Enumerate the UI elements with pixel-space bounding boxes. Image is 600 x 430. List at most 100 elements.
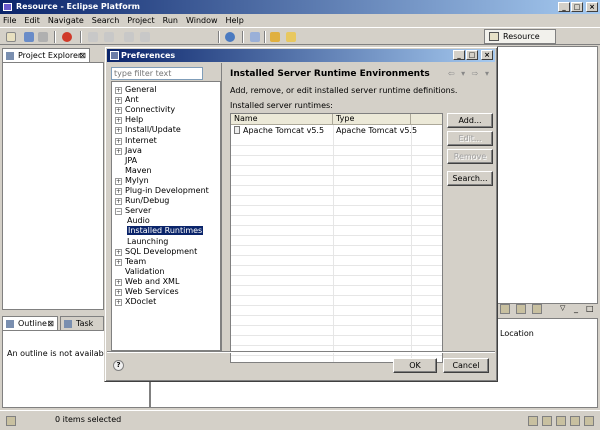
expand-icon[interactable]: + — [115, 147, 122, 155]
tree-item-server[interactable]: − Server — [115, 206, 151, 216]
tree-item-jpa[interactable]: JPA — [115, 156, 137, 166]
tree-item-label: Validation — [125, 266, 165, 276]
tab-tasks[interactable]: Task Lis — [60, 316, 104, 341]
expand-icon[interactable]: + — [115, 117, 122, 125]
add-button[interactable]: Add... — [447, 113, 493, 128]
column-header-name[interactable]: Name — [231, 114, 333, 125]
tab-outline[interactable]: Outline ⊠ — [2, 316, 58, 330]
tree-item-run-debug[interactable]: + Run/Debug — [115, 196, 169, 206]
search-button[interactable]: Search... — [447, 171, 493, 186]
expand-icon[interactable]: + — [115, 188, 122, 195]
expand-icon[interactable]: + — [115, 198, 122, 206]
dialog-maximize-button[interactable]: □ — [466, 50, 478, 60]
tree-item-connectivity[interactable]: + Connectivity — [115, 105, 175, 115]
help-icon[interactable]: ? — [113, 360, 124, 371]
column-header-filler — [411, 114, 442, 125]
expand-icon[interactable]: + — [115, 177, 122, 185]
tree-item-web-services[interactable]: + Web Services — [115, 287, 179, 297]
menu-bar: File Edit Navigate Search Project Run Wi… — [0, 14, 600, 27]
run-icon[interactable] — [62, 32, 72, 42]
project-explorer-pane — [2, 62, 104, 310]
maximize-view-icon[interactable]: □ — [586, 304, 594, 313]
tree-item-sql-development[interactable]: + SQL Development — [115, 247, 197, 257]
tree-item-xdoclet[interactable]: + XDoclet — [115, 297, 156, 307]
expand-icon[interactable]: + — [115, 278, 122, 286]
expand-icon[interactable]: + — [115, 127, 122, 135]
minimize-view-icon[interactable]: _ — [574, 304, 578, 313]
pin-icon[interactable] — [286, 32, 296, 42]
back-icon[interactable] — [124, 32, 134, 42]
new-icon[interactable] — [6, 32, 16, 42]
search-icon[interactable] — [250, 32, 260, 42]
expand-icon[interactable]: + — [115, 107, 122, 115]
menu-help[interactable]: Help — [226, 14, 244, 27]
status-icon-4[interactable] — [570, 416, 580, 426]
dialog-minimize-button[interactable]: _ — [453, 50, 465, 60]
globe-icon[interactable] — [225, 32, 235, 42]
expand-icon[interactable]: + — [115, 248, 122, 256]
tree-item-java[interactable]: + Java — [115, 146, 142, 156]
task-icon[interactable] — [500, 304, 510, 314]
collapse-icon[interactable]: − — [115, 208, 122, 216]
filter-icon[interactable] — [516, 304, 526, 314]
menu-navigate[interactable]: Navigate — [48, 14, 84, 27]
status-icon-1[interactable] — [528, 416, 538, 426]
menu-project[interactable]: Project — [127, 14, 154, 27]
expand-icon[interactable]: + — [115, 289, 122, 296]
status-icon-2[interactable] — [542, 416, 552, 426]
tree-item-maven[interactable]: Maven — [115, 166, 152, 176]
tab-project-explorer[interactable]: Project Explorer ⊠ — [2, 48, 90, 62]
forward-icon[interactable] — [140, 32, 150, 42]
menu-file[interactable]: File — [3, 14, 16, 27]
status-icon-3[interactable] — [556, 416, 566, 426]
tree-item-validation[interactable]: Validation — [115, 267, 165, 277]
tree-item-mylyn[interactable]: + Mylyn — [115, 176, 149, 186]
tree-item-internet[interactable]: + Internet — [115, 136, 157, 146]
close-button[interactable]: × — [586, 2, 598, 12]
expand-icon[interactable]: + — [115, 137, 122, 145]
tree-item-help[interactable]: + Help — [115, 115, 143, 125]
minimize-button[interactable]: _ — [558, 2, 570, 12]
filter-input[interactable] — [111, 67, 203, 80]
dialog-close-button[interactable]: × — [481, 50, 493, 60]
tree-item-web-and-xml[interactable]: + Web and XML — [115, 277, 179, 287]
history-nav-icons[interactable]: ⇦ ▾ ⇨ ▾ — [448, 69, 491, 78]
location-column-header[interactable]: Location — [497, 328, 537, 339]
menu-search[interactable]: Search — [92, 14, 119, 27]
edit-button[interactable]: Edit... — [447, 131, 493, 146]
menu-window[interactable]: Window — [186, 14, 218, 27]
expand-icon[interactable]: + — [115, 258, 122, 266]
open-folder-icon[interactable] — [270, 32, 280, 42]
tree-item-ant[interactable]: + Ant — [115, 95, 139, 105]
tree-item-label: XDoclet — [125, 297, 157, 307]
next-annotation-icon[interactable] — [88, 32, 98, 42]
refresh-icon[interactable] — [532, 304, 542, 314]
expand-icon[interactable]: + — [115, 97, 122, 105]
status-icon-5[interactable] — [584, 416, 594, 426]
close-icon[interactable]: ⊠ — [79, 49, 86, 62]
cancel-button[interactable]: Cancel — [443, 358, 489, 373]
tree-item-team[interactable]: + Team — [115, 257, 146, 267]
remove-button[interactable]: Remove — [447, 149, 493, 164]
view-menu-icon[interactable]: ▽ — [560, 304, 565, 312]
maximize-button[interactable]: □ — [571, 2, 583, 12]
tree-item-general[interactable]: + General — [115, 85, 157, 95]
menu-edit[interactable]: Edit — [24, 14, 40, 27]
column-header-type[interactable]: Type — [333, 114, 411, 125]
save-icon[interactable] — [24, 32, 34, 42]
expand-icon[interactable]: + — [115, 299, 122, 307]
perspective-resource-button[interactable]: Resource — [484, 29, 556, 44]
tree-item-installed-runtimes[interactable]: Installed Runtimes — [127, 226, 204, 236]
tree-item-launching[interactable]: Launching — [127, 237, 168, 247]
fast-view-icon[interactable] — [6, 416, 16, 426]
tree-item-label: Install/Update — [125, 125, 181, 135]
expand-icon[interactable]: + — [115, 87, 122, 94]
tree-item-install-update[interactable]: + Install/Update — [115, 125, 181, 135]
ok-button[interactable]: OK — [393, 358, 437, 373]
print-icon[interactable] — [38, 32, 48, 42]
tree-item-plug-in-development[interactable]: + Plug-in Development — [115, 186, 209, 196]
close-icon[interactable]: ⊠ — [47, 317, 54, 330]
tree-item-audio[interactable]: Audio — [127, 216, 150, 226]
menu-run[interactable]: Run — [163, 14, 178, 27]
prev-annotation-icon[interactable] — [104, 32, 114, 42]
